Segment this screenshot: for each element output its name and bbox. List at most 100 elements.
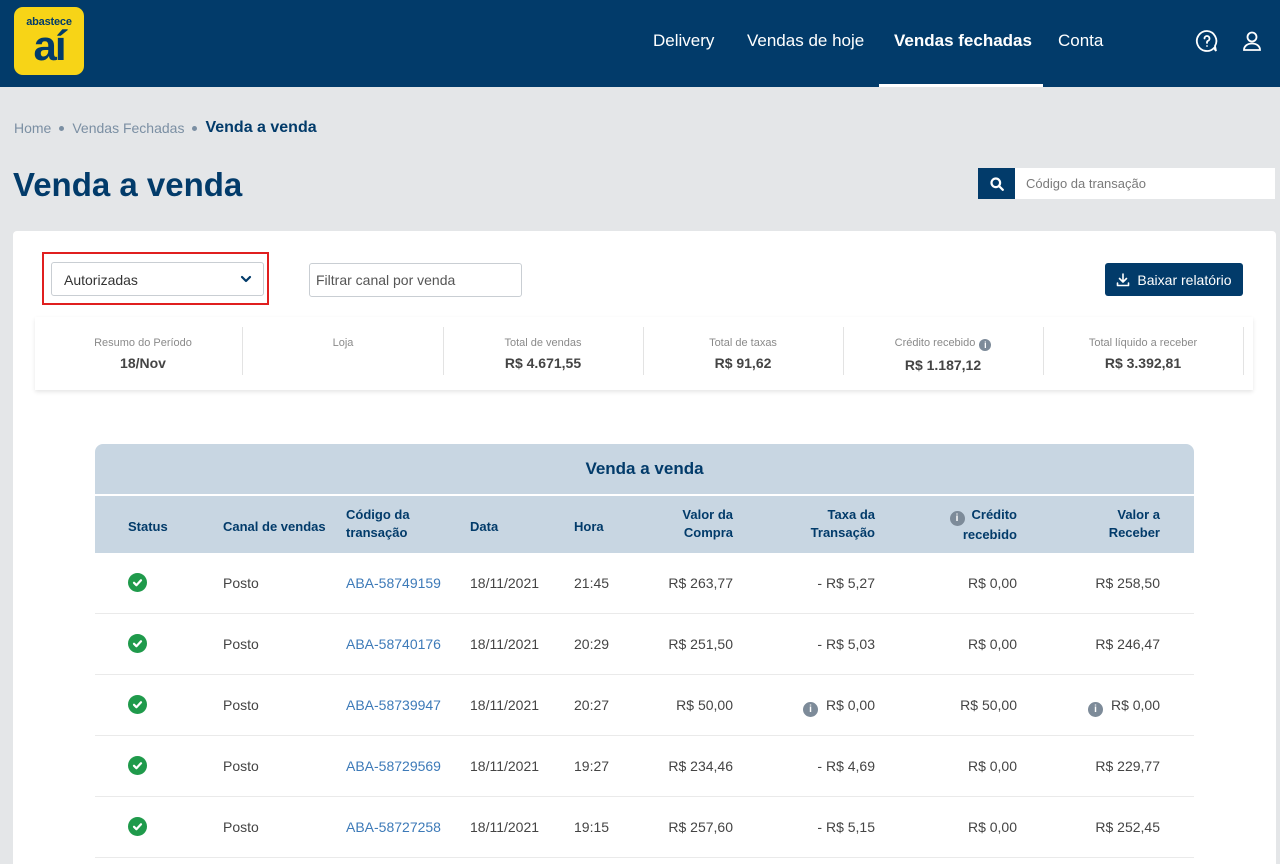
cell-taxa: - R$ 5,27 [817, 575, 875, 591]
header-valor-receber: Valor a Receber [1108, 507, 1160, 540]
breadcrumb: Home Vendas Fechadas Venda a venda [14, 119, 317, 137]
cell-hora: 20:27 [574, 697, 610, 713]
search-button[interactable] [978, 168, 1015, 199]
table-row[interactable]: Posto ABA-58739947 18/11/2021 20:27 R$ 50,00… [95, 675, 1194, 736]
download-report-button[interactable]: Baixar relatório [1105, 263, 1243, 296]
top-navbar: abastece aí Delivery Vendas de hoje Vend… [0, 0, 1280, 87]
table-row[interactable]: Posto ABA-58729569 18/11/2021 19:27 R$ 234,4… [95, 736, 1194, 797]
table-row[interactable]: Posto ABA-58749159 18/11/2021 21:45 R$ 263,7… [95, 553, 1194, 614]
cell-credito: R$ 0,00 [967, 758, 1017, 774]
cell-taxa: i R$ 0,00 [775, 697, 875, 717]
logo-line2: aí [33, 22, 66, 69]
status-select-value: Autorizadas [64, 272, 138, 288]
cell-valor-receber: R$ 246,47 [1095, 636, 1160, 652]
summary-label: Total de vendas [504, 337, 582, 349]
info-icon[interactable]: i [949, 511, 965, 526]
status-select[interactable]: Autorizadas [51, 262, 264, 296]
summary-total-taxas: Total de taxas R$ 91,62 [643, 327, 843, 375]
transaction-code-link[interactable]: ABA-58749159 [346, 575, 441, 591]
success-check-icon [128, 634, 147, 653]
header-valor-compra: Valor da Compra [682, 507, 733, 540]
summary-label: Crédito recebido [894, 337, 976, 349]
nav-active-indicator [879, 84, 1043, 87]
abastece-ai-logo[interactable]: abastece aí [14, 7, 84, 75]
summary-label: Total de taxas [709, 337, 777, 349]
table-row[interactable]: Posto ABA-58727258 18/11/2021 19:15 R$ 257,6… [95, 797, 1194, 858]
table-caption: Venda a venda [95, 444, 1194, 494]
summary-loja: Loja [243, 327, 443, 375]
help-icon[interactable] [1195, 29, 1219, 53]
header-status: Status [128, 519, 168, 534]
cell-taxa: - R$ 5,15 [817, 819, 875, 835]
search-icon [989, 176, 1004, 191]
cell-canal: Posto [223, 819, 259, 835]
header-canal: Canal de vendas [223, 519, 326, 534]
cell-canal: Posto [223, 758, 259, 774]
download-icon [1117, 272, 1130, 286]
nav-delivery[interactable]: Delivery [653, 31, 714, 51]
transaction-code-link[interactable]: ABA-58740176 [346, 636, 441, 652]
cell-taxa: - R$ 5,03 [817, 636, 875, 652]
nav-vendas-fechadas[interactable]: Vendas fechadas [894, 31, 1032, 51]
transaction-code-link[interactable]: ABA-58729569 [346, 758, 441, 774]
info-icon[interactable]: i [1087, 702, 1103, 717]
cell-data: 18/11/2021 [470, 575, 540, 591]
header-credito: i Crédito recebido [917, 506, 1017, 544]
download-report-label: Baixar relatório [1137, 271, 1232, 288]
cell-credito: R$ 0,00 [967, 636, 1017, 652]
header-hora: Hora [574, 519, 604, 534]
channel-filter-input[interactable] [309, 263, 522, 297]
header-taxa: Taxa da Transação [810, 507, 875, 540]
cell-valor-receber: i R$ 0,00 [1060, 697, 1160, 717]
breadcrumb-current: Venda a venda [205, 119, 317, 136]
breadcrumb-vendas-fechadas[interactable]: Vendas Fechadas [72, 120, 184, 136]
cell-valor-compra: R$ 251,50 [668, 636, 733, 652]
page-title: Venda a venda [13, 166, 243, 203]
cell-valor-compra: R$ 257,60 [668, 819, 733, 835]
nav-conta[interactable]: Conta [1058, 31, 1103, 51]
cell-canal: Posto [223, 575, 259, 591]
breadcrumb-home[interactable]: Home [14, 120, 51, 136]
cell-valor-receber: R$ 252,45 [1095, 819, 1160, 835]
summary-label: Total líquido a receber [1088, 337, 1198, 349]
success-check-icon [128, 817, 147, 836]
info-icon[interactable]: i [802, 702, 818, 717]
summary-total-vendas: Total de vendas R$ 4.671,55 [443, 327, 643, 375]
cell-hora: 19:27 [574, 758, 610, 774]
cell-credito: R$ 0,00 [967, 575, 1017, 591]
summary-value: R$ 1.187,12 [904, 357, 982, 373]
summary-value: R$ 3.392,81 [1104, 355, 1182, 371]
summary-value: 18/Nov [120, 355, 166, 371]
transaction-code-link[interactable]: ABA-58727258 [346, 819, 441, 835]
success-check-icon [128, 695, 147, 714]
cell-credito: R$ 0,00 [967, 819, 1017, 835]
summary-value: R$ 91,62 [714, 355, 772, 371]
cell-hora: 19:15 [574, 819, 610, 835]
chevron-down-icon [240, 275, 252, 283]
nav-vendas-de-hoje[interactable]: Vendas de hoje [747, 31, 864, 51]
cell-data: 18/11/2021 [470, 819, 540, 835]
cell-valor-compra: R$ 234,46 [668, 758, 733, 774]
user-icon[interactable] [1241, 29, 1265, 53]
summary-periodo: Resumo do Período 18/Nov [43, 327, 243, 375]
cell-canal: Posto [223, 697, 259, 713]
cell-valor-receber: R$ 229,77 [1095, 758, 1160, 774]
header-data: Data [470, 519, 499, 534]
success-check-icon [128, 573, 147, 592]
summary-value: R$ 4.671,55 [504, 355, 582, 371]
summary-credito-recebido: Crédito recebido i R$ 1.187,12 [843, 327, 1043, 375]
info-icon[interactable]: i [979, 339, 992, 351]
summary-divider [1243, 327, 1244, 375]
transaction-code-link[interactable]: ABA-58739947 [346, 697, 441, 713]
header-codigo: Código da transação [346, 507, 410, 540]
table-row[interactable]: Posto ABA-58740176 18/11/2021 20:29 R$ 251,5… [95, 614, 1194, 675]
cell-hora: 21:45 [574, 575, 610, 591]
summary-total-liquido: Total líquido a receber R$ 3.392,81 [1043, 327, 1243, 375]
cell-valor-compra: R$ 263,77 [668, 575, 733, 591]
table-header: Status Canal de vendas Código da transaç… [95, 496, 1194, 553]
cell-data: 18/11/2021 [470, 636, 540, 652]
cell-valor-compra: R$ 50,00 [676, 697, 733, 713]
cell-hora: 20:29 [574, 636, 610, 652]
search-input[interactable] [1015, 168, 1275, 199]
success-check-icon [128, 756, 147, 775]
